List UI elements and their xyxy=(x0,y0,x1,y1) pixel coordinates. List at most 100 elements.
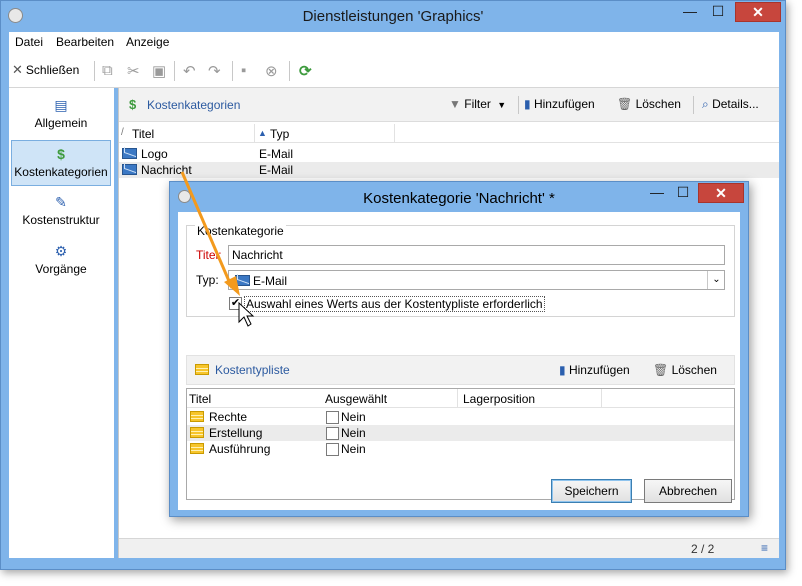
row-title: Nachricht xyxy=(141,163,192,177)
menu-anzeige[interactable]: Anzeige xyxy=(126,35,169,49)
nav-item-vorgaenge[interactable]: ⚙ Vorgänge xyxy=(11,238,111,284)
required-value-checkbox[interactable]: ✔ xyxy=(229,297,242,310)
close-button[interactable]: ✕ Schließen xyxy=(12,62,79,80)
add-button[interactable]: ▮ Hinzufügen xyxy=(524,97,595,111)
nav-item-label: Allgemein xyxy=(34,116,88,130)
list-delete-label: Löschen xyxy=(671,363,717,377)
table-row[interactable]: Rechte Nein xyxy=(187,409,734,425)
window-title: Dienstleistungen 'Graphics' xyxy=(302,8,484,25)
type-select-value: E-Mail xyxy=(253,274,288,288)
cost-type-list-header: Kostentypliste ▮ Hinzufügen 🗑 Löschen xyxy=(186,355,735,385)
close-button-label: Schließen xyxy=(25,63,80,77)
selected-checkbox[interactable] xyxy=(326,443,339,456)
title-field-label: Titel: xyxy=(196,248,222,262)
toolbar-separator xyxy=(94,61,95,81)
cut-icon[interactable]: ✂ xyxy=(127,62,140,80)
paste-icon[interactable]: ▣ xyxy=(152,62,166,80)
maximize-button[interactable]: ☐ xyxy=(706,2,730,22)
email-icon xyxy=(235,275,250,286)
copy-icon[interactable]: ⧉ xyxy=(102,62,113,79)
nav-item-label: Vorgänge xyxy=(35,262,87,276)
row-title: Logo xyxy=(141,147,168,161)
list-icon xyxy=(190,411,204,422)
group-legend: Kostenkategorie xyxy=(195,224,286,238)
table-row[interactable]: Nachricht E-Mail xyxy=(119,162,779,178)
column-divider xyxy=(601,389,602,408)
chevron-down-icon[interactable]: ⌄ xyxy=(707,271,725,289)
type-select[interactable]: E-Mail ⌄ xyxy=(228,270,725,290)
save-button[interactable]: Speichern xyxy=(551,479,632,503)
toolbar-separator xyxy=(174,61,175,81)
cancel-icon[interactable]: ⊗ xyxy=(265,62,278,80)
nav-item-kostenstruktur[interactable]: ✎ Kostenstruktur xyxy=(11,189,111,235)
column-divider xyxy=(394,124,395,143)
list-icon xyxy=(195,364,209,375)
edit-document-icon: ✎ xyxy=(55,194,67,210)
column-header-titel[interactable]: Titel xyxy=(132,127,154,141)
refresh-icon[interactable]: ⟳ xyxy=(299,62,312,80)
toolbar-separator xyxy=(289,61,290,81)
dialog-close-button[interactable]: ✕ xyxy=(698,183,744,203)
toolbar-separator xyxy=(693,96,694,114)
save-icon[interactable]: ▪ xyxy=(241,62,246,79)
details-label: Details... xyxy=(712,97,759,111)
toolbar: ✕ Schließen ⧉ ✂ ▣ ↶ ↷ ▪ ⊗ ⟳ xyxy=(9,52,779,88)
nav-item-label: Kostenkategorien xyxy=(14,165,108,179)
table-header: Titel Ausgewählt Lagerposition xyxy=(187,389,734,408)
email-icon xyxy=(122,164,137,175)
list-icon xyxy=(190,443,204,454)
column-header-lagerposition[interactable]: Lagerposition xyxy=(463,392,535,406)
close-window-button[interactable]: ✕ xyxy=(735,2,781,22)
nav-item-kostenkategorien[interactable]: $ Kostenkategorien xyxy=(11,140,111,186)
selected-checkbox[interactable] xyxy=(326,411,339,424)
details-button[interactable]: ⌕ Details... xyxy=(702,97,759,112)
nav-item-allgemein[interactable]: ▤ Allgemein xyxy=(11,92,111,138)
filter-button[interactable]: ▼ Filter ▼ xyxy=(449,97,506,111)
selected-checkbox[interactable] xyxy=(326,427,339,440)
list-add-button[interactable]: ▮ Hinzufügen xyxy=(559,363,630,377)
nav-item-label: Kostenstruktur xyxy=(22,213,100,227)
row-title: Erstellung xyxy=(209,426,263,440)
delete-button[interactable]: 🗑 Löschen xyxy=(617,97,681,111)
column-header-typ[interactable]: Typ xyxy=(270,127,289,141)
list-delete-button[interactable]: 🗑 Löschen xyxy=(653,363,717,377)
toolbar-separator xyxy=(232,61,233,81)
list-title: Kostentypliste xyxy=(215,363,290,377)
dialog-minimize-button[interactable]: — xyxy=(645,183,669,203)
pane-header: $ Kostenkategorien ▼ Filter ▼ ▮ Hinzufüg… xyxy=(119,88,779,122)
sort-marker: / xyxy=(121,127,124,138)
column-divider xyxy=(254,124,255,143)
required-value-label[interactable]: Auswahl eines Werts aus der Kostentyplis… xyxy=(244,296,545,312)
menu-datei[interactable]: Datei xyxy=(15,35,43,49)
cancel-button[interactable]: Abbrechen xyxy=(644,479,732,503)
left-navigation: ▤ Allgemein $ Kostenkategorien ✎ Kostens… xyxy=(9,88,114,558)
row-selected: Nein xyxy=(341,442,366,456)
minimize-button[interactable]: — xyxy=(678,2,702,22)
add-document-icon: ▮ xyxy=(524,97,531,111)
column-header-ausgewaehlt[interactable]: Ausgewählt xyxy=(325,392,387,406)
menu-bearbeiten[interactable]: Bearbeiten xyxy=(56,35,114,49)
list-menu-icon[interactable]: ≡ xyxy=(761,541,768,555)
dialog-maximize-button[interactable]: ☐ xyxy=(671,183,695,203)
magnifier-icon: ⌕ xyxy=(702,97,709,111)
redo-icon[interactable]: ↷ xyxy=(208,62,221,80)
chevron-down-icon: ▼ xyxy=(497,100,507,110)
funnel-icon: ▼ xyxy=(449,97,461,111)
list-add-label: Hinzufügen xyxy=(568,363,630,377)
dialog-window: Kostenkategorie 'Nachricht' * — ☐ ✕ Kost… xyxy=(169,181,749,517)
table-row[interactable]: Erstellung Nein xyxy=(187,425,734,441)
column-header-titel[interactable]: Titel xyxy=(189,392,211,406)
table-row[interactable]: Logo E-Mail xyxy=(119,146,779,162)
dialog-body: Kostenkategorie Titel: Nachricht Typ: E-… xyxy=(178,212,740,510)
menu-bar: Datei Bearbeiten Anzeige xyxy=(9,32,779,52)
dollar-coin-icon: $ xyxy=(57,146,65,162)
row-title: Rechte xyxy=(209,410,248,424)
undo-icon[interactable]: ↶ xyxy=(183,62,196,80)
table-row[interactable]: Ausführung Nein xyxy=(187,441,734,457)
row-selected: Nein xyxy=(341,426,366,440)
pane-title: Kostenkategorien xyxy=(147,98,241,112)
add-label: Hinzufügen xyxy=(533,97,595,111)
sort-ascending-icon: ▲ xyxy=(258,128,267,138)
type-field-label: Typ: xyxy=(196,273,219,287)
title-input[interactable]: Nachricht xyxy=(228,245,725,265)
